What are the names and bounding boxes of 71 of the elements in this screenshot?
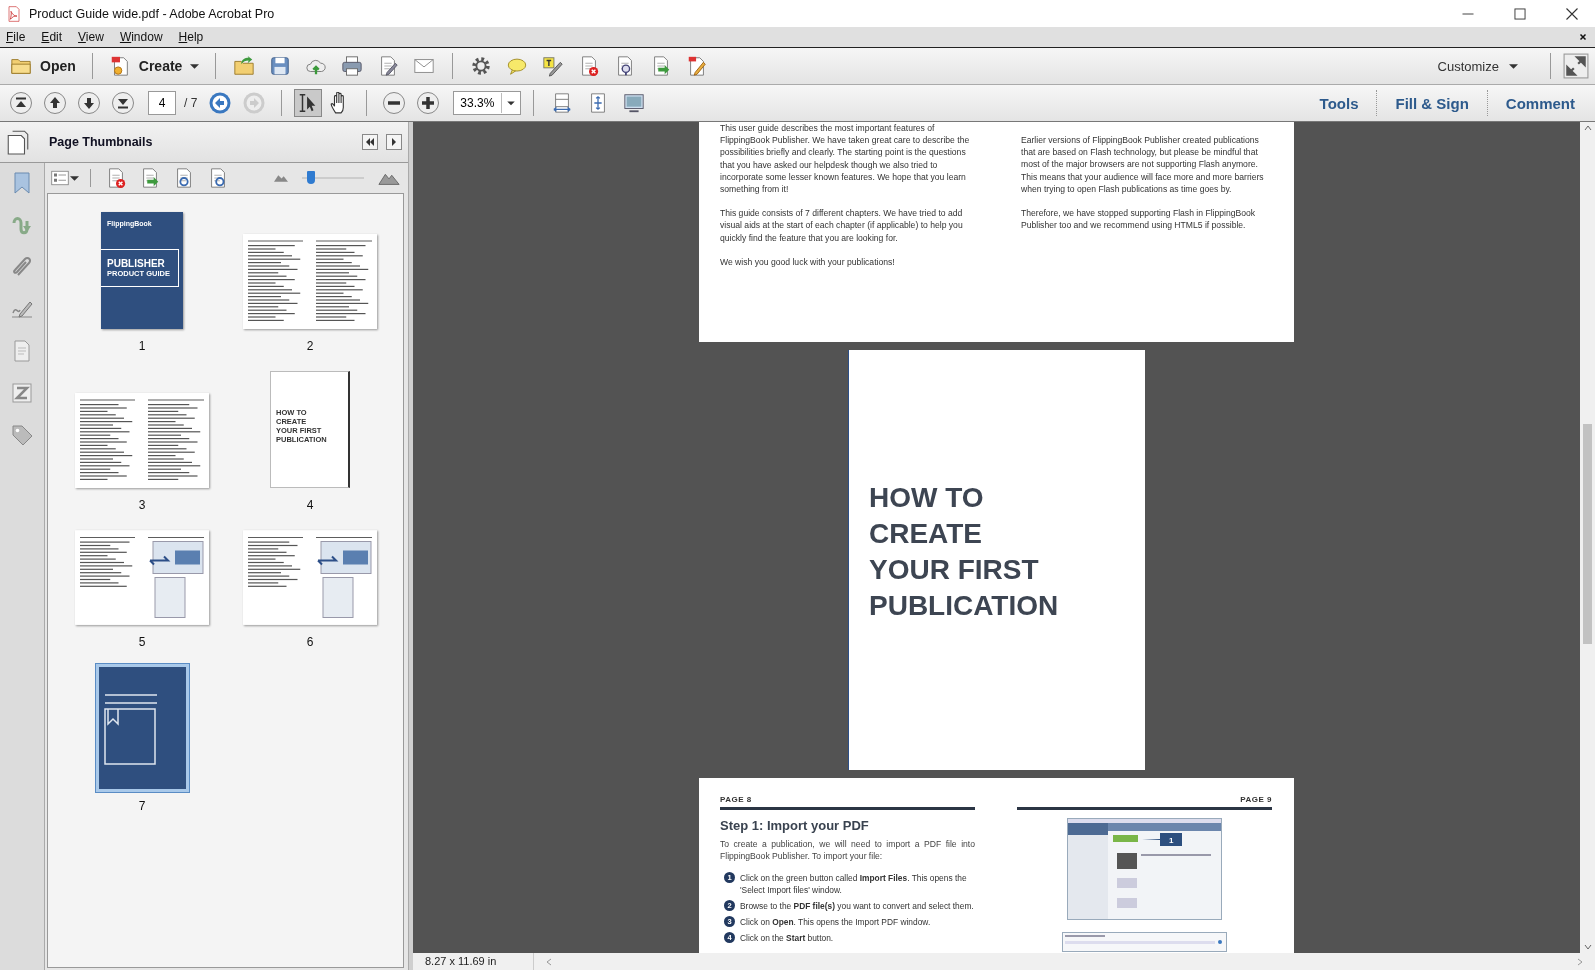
next-page-icon[interactable] — [77, 91, 101, 115]
page-header: PAGE 9 — [1240, 795, 1272, 804]
pane-tab[interactable]: Fill & Sign — [1381, 94, 1483, 112]
last-page-icon[interactable] — [111, 91, 135, 115]
page-count: / 7 — [184, 96, 198, 110]
previous-page-icon[interactable] — [43, 91, 67, 115]
pane-tab[interactable]: Comment — [1491, 94, 1589, 112]
window-title: Product Guide wide.pdf - Adobe Acrobat Pro — [29, 6, 275, 21]
page-size-label: 8.27 x 11.69 in — [413, 953, 534, 970]
select-tool-icon-button[interactable] — [294, 89, 323, 117]
slider-thumb[interactable] — [307, 171, 316, 184]
save-icon[interactable] — [269, 55, 292, 77]
standards-icon[interactable] — [10, 381, 34, 405]
paragraph: To create a publication, we will need to import a PDF file into FlippingBook Publisher. To import your file: — [720, 838, 975, 862]
caret-icon — [1509, 63, 1518, 69]
scroll-thumb[interactable] — [1583, 424, 1592, 644]
print-icon[interactable] — [341, 55, 364, 77]
page-header: PAGE 8 — [720, 795, 752, 804]
menu-item[interactable]: File — [6, 30, 26, 44]
chapter-title: HOW TO CREATE YOUR FIRST PUBLICATION — [869, 481, 1060, 623]
pane-tab[interactable]: Tools — [1305, 94, 1373, 112]
open-file-icon[interactable] — [233, 55, 256, 77]
zoom-in-icon[interactable] — [416, 91, 441, 115]
page-number-label: 7 — [138, 799, 146, 813]
vertical-scrollbar[interactable] — [1580, 122, 1595, 953]
caret-icon — [190, 63, 200, 69]
page-number-label: 6 — [306, 635, 314, 649]
monitor-icon[interactable] — [623, 92, 646, 114]
callout-number: 1 — [1169, 836, 1174, 845]
page-number-field[interactable]: 4 — [148, 91, 176, 115]
close-icon[interactable] — [1577, 31, 1589, 43]
step-text: Click on the Start button. — [740, 932, 834, 944]
tag-icon[interactable] — [10, 423, 34, 447]
highlighter-icon[interactable] — [542, 55, 565, 77]
page-number-label: 1 — [138, 339, 146, 353]
document-edit-icon[interactable] — [686, 55, 709, 77]
paragraph: This guide consists of 7 different chapters. We have tried to add visual aids at the start of each chapter (if applicable) to help you quickly find the feature that you are looking for. — [720, 207, 964, 244]
step-text: Click on the green button called Import Files. This opens the 'Select Import files' window. — [740, 872, 968, 896]
paragraph: We wish you good luck with your publications! — [720, 255, 896, 269]
small-mountain-icon — [274, 174, 288, 182]
create-button[interactable]: Create — [104, 53, 204, 79]
menu-item[interactable]: Window — [119, 30, 163, 44]
page-number-label: 5 — [138, 635, 146, 649]
customize-button[interactable]: Customize — [1431, 57, 1524, 75]
page-number-label: 4 — [306, 498, 314, 512]
step-text: Browse to the PDF file(s) you want to convert and select them. — [740, 900, 974, 912]
menu-item[interactable]: Help — [178, 30, 204, 44]
paragraph: This user guide describes the most important features of FlippingBook Publisher. We have taken great care to describe the possibilities briefly and clearly. The starting point is the questions that you have asked our helpdesk though we also tried to incorporate some lesser known features. We hope that you learn something from it! — [720, 122, 971, 196]
back-icon[interactable] — [208, 91, 233, 115]
paragraph: Earlier versions of FlippingBook Publisher created publications that are based on Flash technology, but please be mindful that most of the major browsers are not supporting Flash anymore. This means that your audience will face more and more barriers when trying to open Flash publications as time goes by. — [1021, 134, 1265, 195]
expand-icon[interactable] — [1563, 53, 1589, 79]
first-page-icon[interactable] — [9, 91, 33, 115]
section-heading: Step 1: Import your PDF — [720, 818, 870, 833]
list-options-icon — [51, 169, 69, 187]
menu-item[interactable]: View — [78, 30, 104, 44]
caret-icon — [70, 175, 79, 181]
zoom-field[interactable]: 33.3% — [453, 91, 522, 115]
page-number-label: 3 — [138, 498, 146, 512]
step-text: Click on Open. This opens the Import PDF window. — [740, 916, 931, 928]
zoom-out-icon[interactable] — [382, 91, 407, 115]
collapse-icon[interactable] — [362, 134, 378, 150]
pages-icon[interactable] — [5, 129, 31, 155]
settings-icon[interactable] — [470, 55, 493, 77]
paragraph: Therefore, we have stopped supporting Flash in FlippingBook Publisher too and we recommend using HTML5 if possible. — [1021, 207, 1257, 232]
pdf-file-icon — [7, 5, 23, 22]
open-button[interactable]: Open — [6, 53, 80, 79]
options-button[interactable] — [51, 169, 79, 187]
page-number-label: 2 — [306, 339, 314, 353]
cover-title: PUBLISHER — [107, 258, 166, 269]
menu-item[interactable]: Edit — [41, 30, 63, 44]
panel-title: Page Thumbnails — [49, 135, 153, 149]
